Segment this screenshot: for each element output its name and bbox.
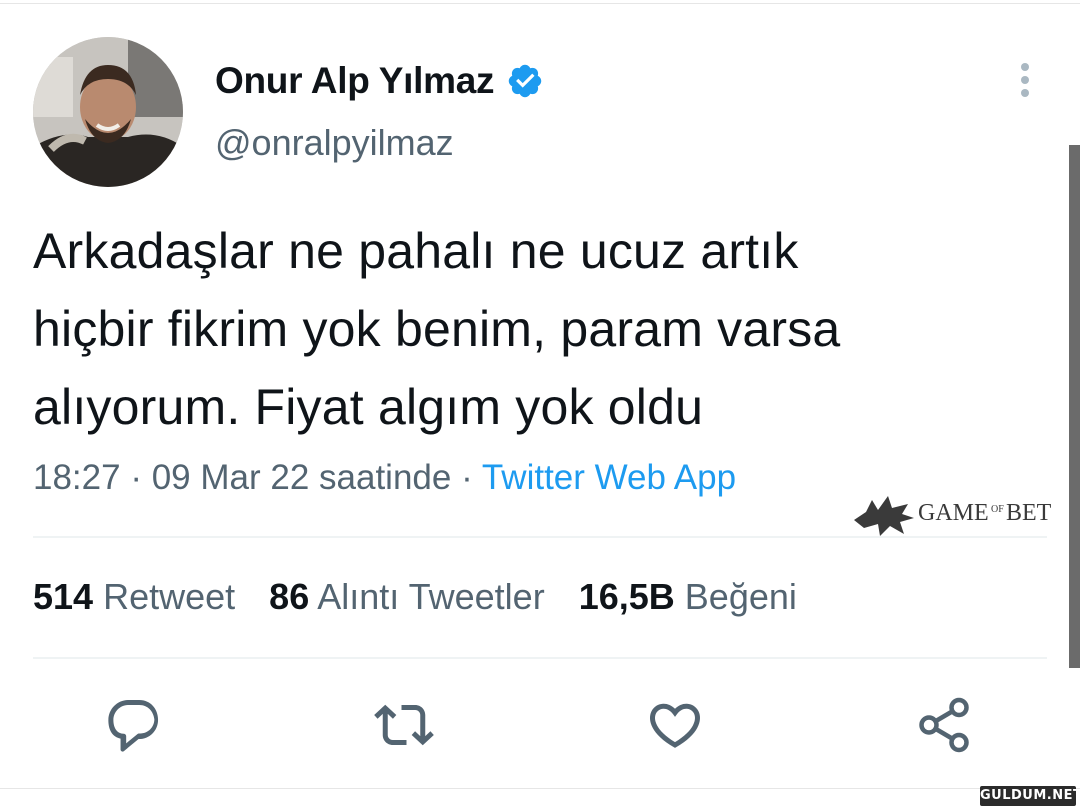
meta-separator: · <box>130 458 142 497</box>
engagement-stats: 514 Retweet 86 Alıntı Tweetler 16,5B Beğ… <box>33 576 831 618</box>
tweet-source-link[interactable]: Twitter Web App <box>482 458 736 497</box>
author-handle[interactable]: @onralpyilmaz <box>215 122 454 164</box>
retweet-button[interactable] <box>374 695 434 755</box>
tweet-meta: 18:27 · 09 Mar 22 saatinde · Twitter Web… <box>33 458 736 498</box>
divider <box>33 536 1047 538</box>
guldum-watermark: GULDUM.NET <box>980 786 1080 806</box>
verified-badge-icon <box>508 64 542 98</box>
more-options-icon[interactable] <box>1010 60 1040 100</box>
divider <box>33 657 1047 659</box>
tweet-date[interactable]: 09 Mar 22 saatinde <box>152 458 452 497</box>
quotes-count: 86 <box>269 576 310 617</box>
retweets-stat[interactable]: 514 Retweet <box>33 576 235 618</box>
likes-stat[interactable]: 16,5B Beğeni <box>579 576 797 618</box>
svg-text:BET: BET <box>1006 500 1052 526</box>
gameofbet-watermark-logo: GAME OF BET <box>854 496 1052 536</box>
reply-icon <box>108 700 159 752</box>
scrollbar[interactable] <box>1069 145 1080 668</box>
likes-label: Beğeni <box>684 576 797 617</box>
svg-text:GAME: GAME <box>918 500 989 526</box>
tweet-text-line: hiçbir fikrim yok benim, param varsa <box>33 301 841 357</box>
author-name-row: Onur Alp Yılmaz <box>215 60 544 102</box>
quotes-label: Alıntı Tweetler <box>317 576 545 617</box>
quote-tweets-stat[interactable]: 86 Alıntı Tweetler <box>269 576 545 618</box>
bottom-divider <box>0 788 1080 789</box>
share-button[interactable] <box>914 695 974 755</box>
author-display-name[interactable]: Onur Alp Yılmaz <box>215 60 495 102</box>
tweet-time[interactable]: 18:27 <box>33 458 121 497</box>
likes-count: 16,5B <box>578 576 675 617</box>
avatar[interactable] <box>33 37 183 187</box>
svg-text:OF: OF <box>991 504 1004 515</box>
reply-button[interactable] <box>104 695 164 755</box>
share-icon <box>919 697 969 753</box>
like-icon <box>649 703 701 748</box>
retweets-count: 514 <box>33 576 94 617</box>
meta-separator: · <box>461 458 473 497</box>
tweet-text: Arkadaşlar ne pahalı ne ucuz artık hiçbi… <box>33 212 1033 446</box>
like-button[interactable] <box>645 695 705 755</box>
retweets-label: Retweet <box>103 576 236 617</box>
tweet-text-line: alıyorum. Fiyat algım yok oldu <box>33 379 704 435</box>
tweet-text-line: Arkadaşlar ne pahalı ne ucuz artık <box>33 223 799 279</box>
top-divider <box>0 3 1080 4</box>
retweet-icon <box>374 704 434 746</box>
avatar-image <box>33 37 183 187</box>
